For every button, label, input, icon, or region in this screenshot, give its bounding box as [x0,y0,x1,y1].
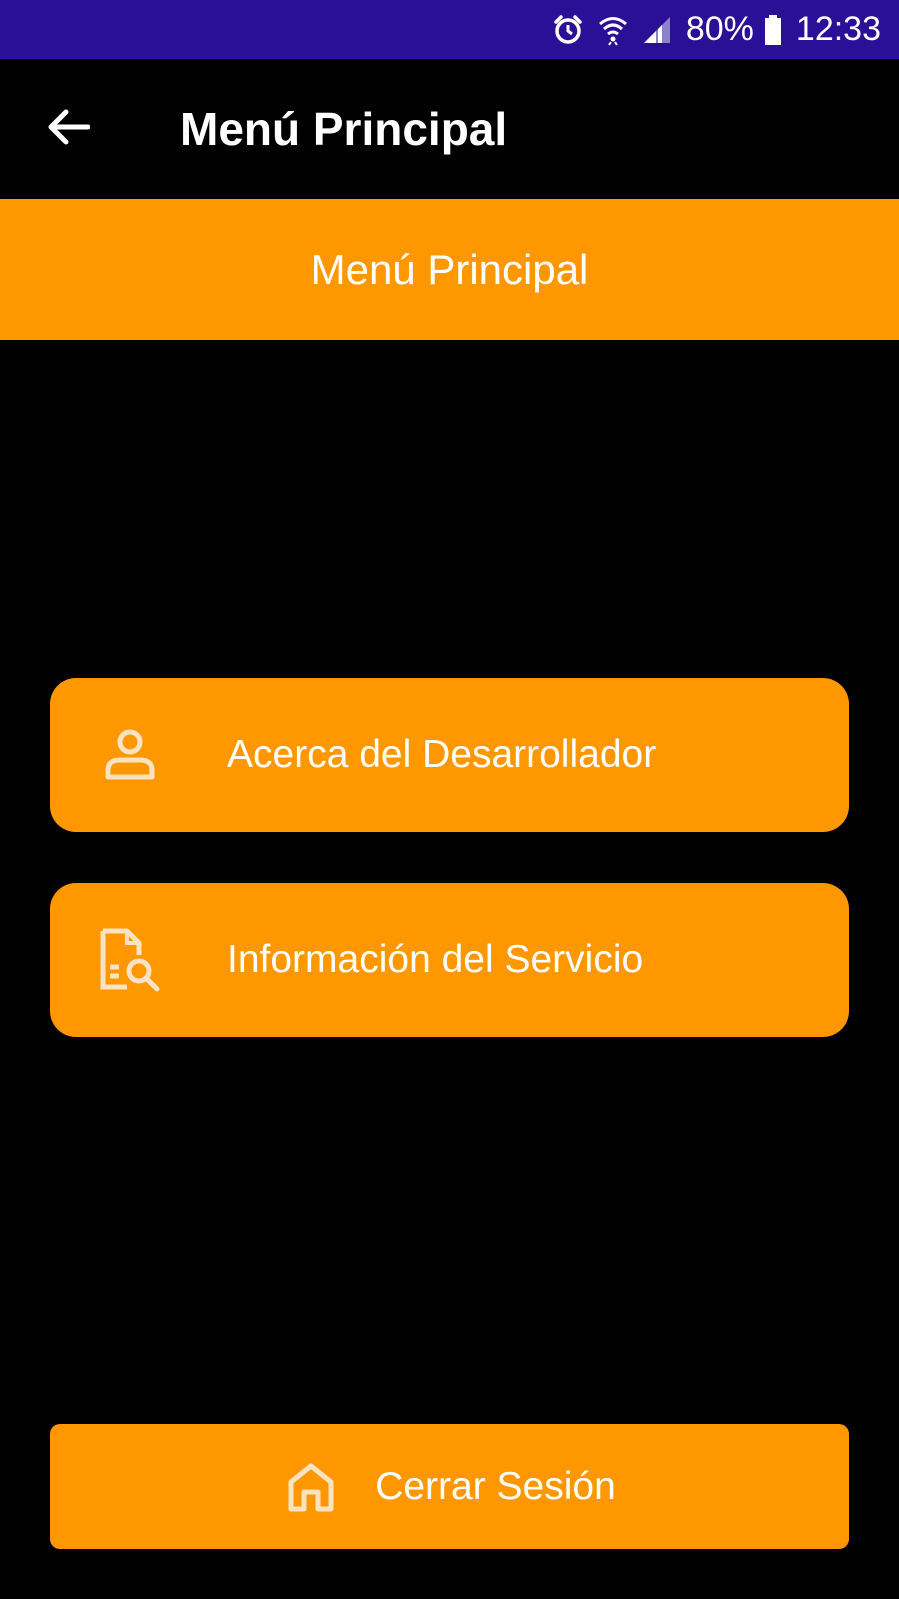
home-icon [283,1459,339,1515]
wifi-icon [598,14,628,46]
back-button[interactable] [38,99,98,159]
about-developer-button[interactable]: Acerca del Desarrollador [50,678,849,832]
status-bar: 80% 12:33 [0,0,899,59]
page-title: Menú Principal [180,103,508,155]
document-search-icon [96,926,164,994]
app-bar: Menú Principal [0,59,899,199]
signal-icon [642,15,672,45]
logout-button[interactable]: Cerrar Sesión [50,1424,849,1549]
battery-percent: 80% [685,10,754,48]
service-info-button[interactable]: Información del Servicio [50,883,849,1037]
arrow-left-icon [46,107,91,152]
banner-title: Menú Principal [310,245,589,293]
alarm-icon [552,14,584,46]
about-developer-label: Acerca del Desarrollador [227,733,657,776]
logout-label: Cerrar Sesión [375,1464,616,1508]
battery-icon [764,14,782,46]
clock: 12:33 [795,10,881,48]
service-info-label: Información del Servicio [227,938,644,981]
section-banner: Menú Principal [0,199,899,340]
person-icon [96,721,164,789]
